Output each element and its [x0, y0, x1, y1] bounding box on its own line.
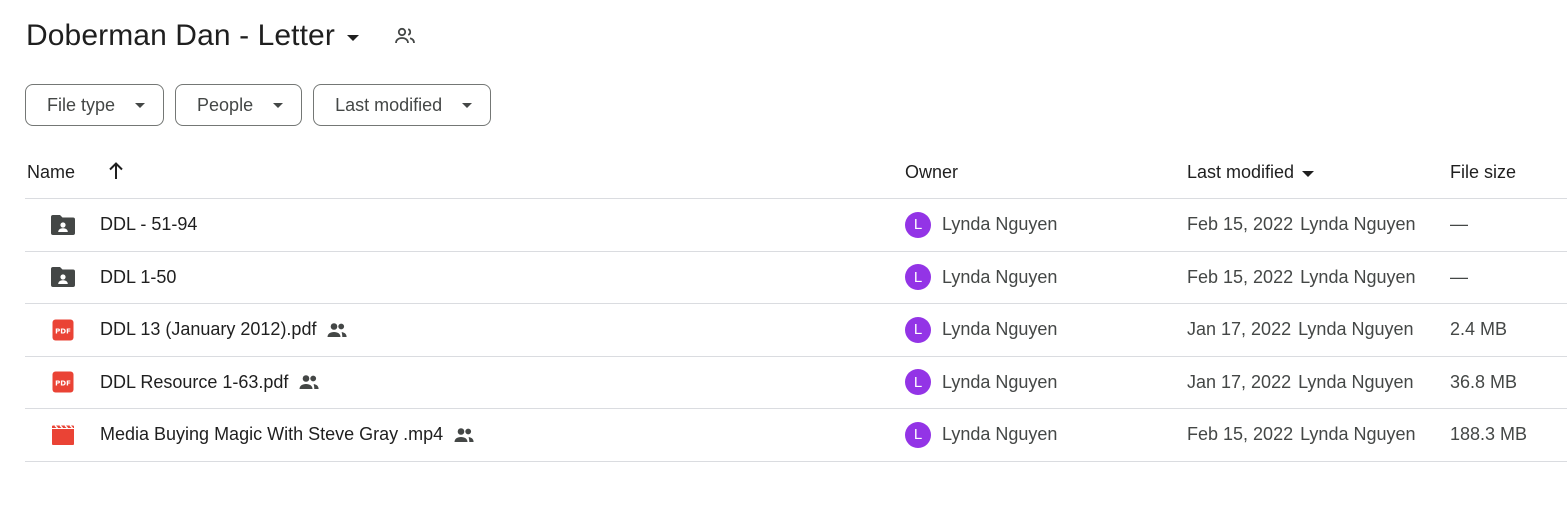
caret-down-icon [462, 102, 473, 108]
owner-cell: L Lynda Nguyen [905, 357, 1057, 409]
last-modified-cell: Jan 17, 2022 Lynda Nguyen [1187, 357, 1414, 409]
filter-bar: File type People Last modified [25, 84, 492, 126]
file-name[interactable]: DDL 13 (January 2012).pdf [100, 304, 348, 356]
pdf-icon: PDF [49, 357, 77, 409]
file-name-label: DDL Resource 1-63.pdf [100, 371, 289, 392]
svg-text:PDF: PDF [55, 327, 71, 335]
file-size: 2.4 MB [1450, 319, 1508, 340]
filter-last-modified[interactable]: Last modified [313, 84, 492, 126]
column-last-modified[interactable]: Last modified [1187, 162, 1315, 183]
owner-name: Lynda Nguyen [942, 266, 1058, 287]
filter-people[interactable]: People [175, 84, 303, 126]
caret-down-icon[interactable] [346, 35, 359, 41]
owner-cell: L Lynda Nguyen [905, 199, 1057, 251]
owner-cell: L Lynda Nguyen [905, 252, 1057, 304]
folder-header: Doberman Dan - Letter [26, 14, 417, 58]
avatar[interactable]: L [905, 316, 931, 343]
table-row[interactable]: DDL 1-50 L Lynda Nguyen Feb 15, 2022 Lyn… [25, 252, 1567, 304]
table-header: Name Owner Last modified File size [25, 146, 1567, 199]
last-modified-cell: Feb 15, 2022 Lynda Nguyen [1187, 409, 1416, 461]
modified-by: Lynda Nguyen [1300, 424, 1416, 445]
modified-by: Lynda Nguyen [1300, 266, 1416, 287]
shared-people-icon [298, 374, 320, 390]
filter-label: Last modified [335, 94, 443, 115]
modified-by: Lynda Nguyen [1298, 319, 1414, 340]
owner-cell: L Lynda Nguyen [905, 304, 1057, 356]
owner-name: Lynda Nguyen [942, 319, 1058, 340]
column-last-modified-label: Last modified [1187, 162, 1295, 182]
avatar[interactable]: L [905, 211, 931, 238]
shared-folder-icon [49, 252, 77, 304]
owner-name: Lynda Nguyen [942, 424, 1058, 445]
avatar[interactable]: L [905, 421, 931, 448]
file-list: Name Owner Last modified File size DDL -… [25, 146, 1567, 462]
filter-file-type[interactable]: File type [25, 84, 165, 126]
shared-folder-icon [49, 199, 77, 251]
file-size: 36.8 MB [1450, 371, 1518, 392]
filter-label: People [197, 94, 254, 115]
modified-date: Feb 15, 2022 [1187, 424, 1294, 445]
file-name-label: DDL 13 (January 2012).pdf [100, 319, 317, 340]
file-name-label: Media Buying Magic With Steve Gray .mp4 [100, 424, 444, 445]
file-name[interactable]: DDL - 51-94 [100, 199, 197, 251]
people-outline-icon[interactable] [393, 24, 417, 48]
table-row[interactable]: Media Buying Magic With Steve Gray .mp4 … [25, 409, 1567, 462]
modified-by: Lynda Nguyen [1300, 214, 1416, 235]
modified-by: Lynda Nguyen [1298, 371, 1414, 392]
svg-text:PDF: PDF [55, 380, 71, 388]
file-size: — [1450, 266, 1468, 287]
owner-name: Lynda Nguyen [942, 371, 1058, 392]
shared-people-icon [453, 427, 475, 443]
column-name[interactable]: Name [27, 162, 75, 183]
owner-name: Lynda Nguyen [942, 214, 1058, 235]
arrow-up-icon[interactable] [106, 160, 126, 182]
last-modified-cell: Jan 17, 2022 Lynda Nguyen [1187, 304, 1414, 356]
file-name[interactable]: DDL Resource 1-63.pdf [100, 357, 320, 409]
column-owner[interactable]: Owner [905, 162, 958, 183]
column-file-size[interactable]: File size [1450, 162, 1516, 183]
modified-date: Feb 15, 2022 [1187, 266, 1294, 287]
folder-title[interactable]: Doberman Dan - Letter [26, 19, 335, 53]
table-row[interactable]: PDF DDL 13 (January 2012).pdf L Lynda Ng… [25, 304, 1567, 357]
caret-down-icon [135, 102, 146, 108]
modified-date: Feb 15, 2022 [1187, 214, 1294, 235]
video-icon [49, 409, 77, 461]
file-name[interactable]: DDL 1-50 [100, 252, 176, 304]
file-size: 188.3 MB [1450, 424, 1528, 445]
table-row[interactable]: PDF DDL Resource 1-63.pdf L Lynda Nguyen… [25, 357, 1567, 409]
last-modified-cell: Feb 15, 2022 Lynda Nguyen [1187, 252, 1416, 304]
caret-down-icon [1302, 170, 1315, 177]
file-name[interactable]: Media Buying Magic With Steve Gray .mp4 [100, 409, 475, 461]
modified-date: Jan 17, 2022 [1187, 371, 1292, 392]
file-size: — [1450, 214, 1468, 235]
shared-people-icon [326, 322, 348, 338]
last-modified-cell: Feb 15, 2022 Lynda Nguyen [1187, 199, 1416, 251]
avatar[interactable]: L [905, 369, 931, 396]
avatar[interactable]: L [905, 264, 931, 291]
owner-cell: L Lynda Nguyen [905, 409, 1057, 461]
caret-down-icon [273, 102, 284, 108]
pdf-icon: PDF [49, 304, 77, 356]
modified-date: Jan 17, 2022 [1187, 319, 1292, 340]
filter-label: File type [47, 94, 116, 115]
table-row[interactable]: DDL - 51-94 L Lynda Nguyen Feb 15, 2022 … [25, 199, 1567, 252]
